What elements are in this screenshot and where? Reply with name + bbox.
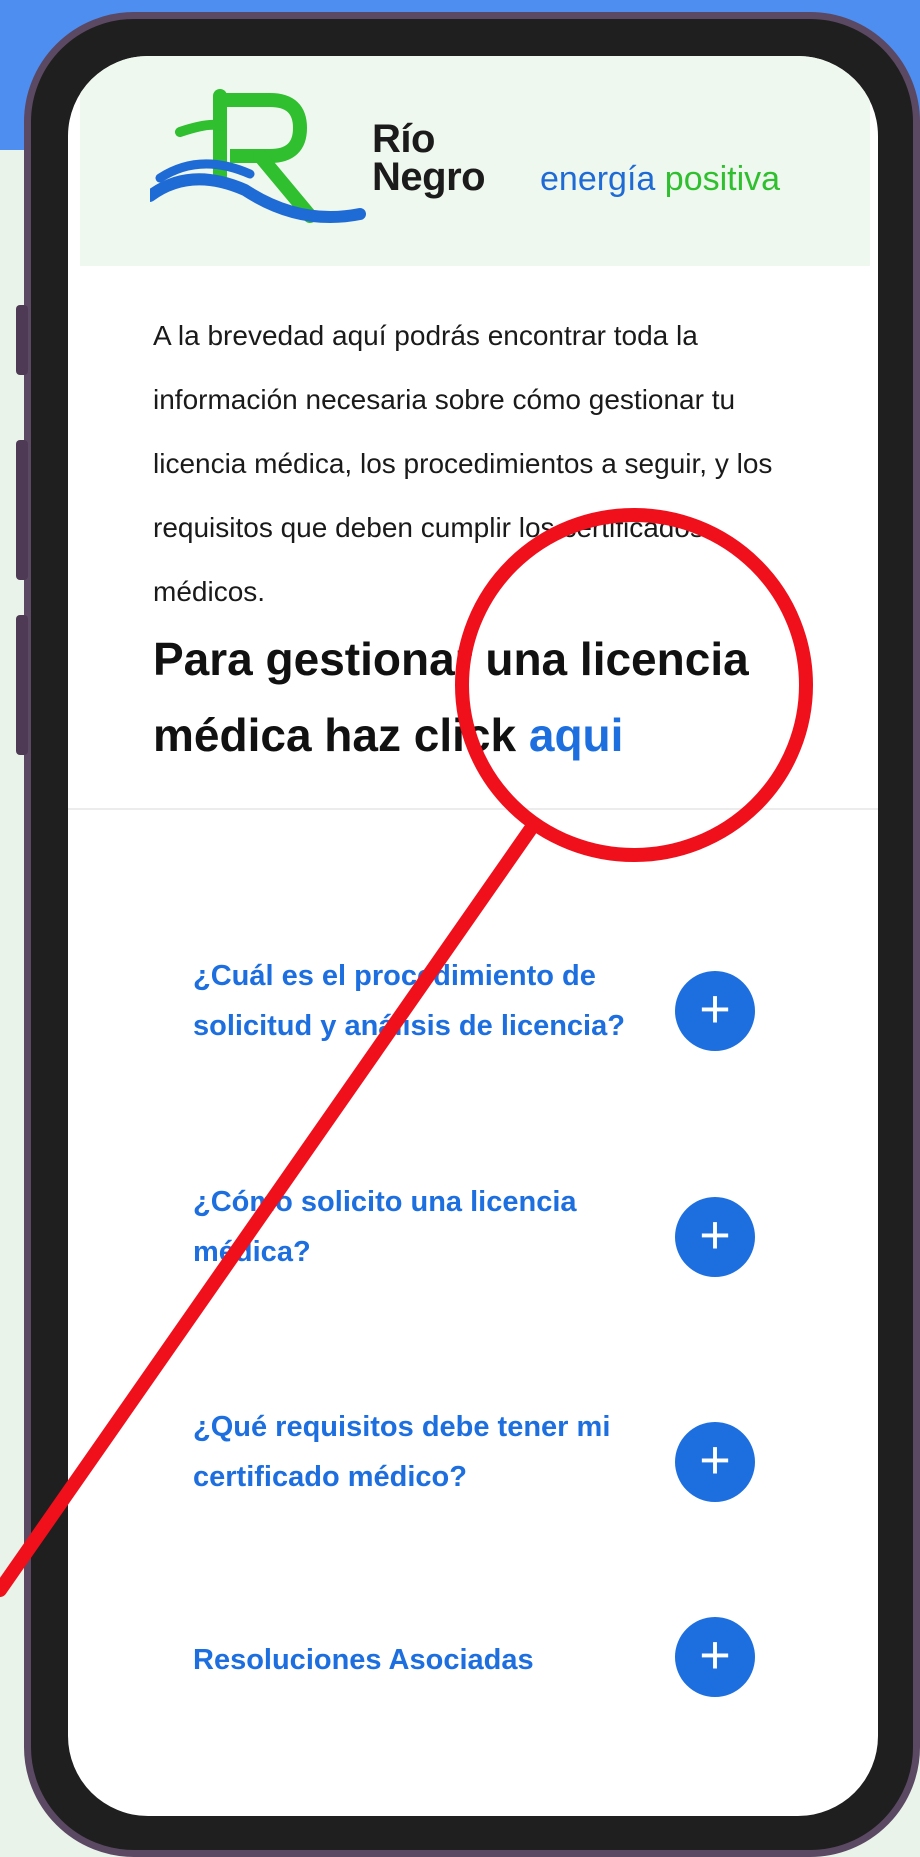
tagline-positiva: positiva — [664, 160, 781, 198]
plus-icon: + — [699, 979, 731, 1039]
brand-name-line2: Negro — [372, 155, 486, 199]
tagline-energia: energía — [540, 160, 656, 198]
brand-name: Río Negro — [372, 117, 486, 199]
faq-item-requisitos[interactable]: ¿Qué requisitos debe tener mi certificad… — [193, 1402, 803, 1522]
expand-plus-button[interactable]: + — [675, 1617, 755, 1697]
expand-plus-button[interactable]: + — [675, 971, 755, 1051]
expand-plus-button[interactable]: + — [675, 1422, 755, 1502]
cta-link-aqui[interactable]: aqui — [529, 709, 624, 761]
faq-question[interactable]: ¿Cómo solicito una licencia médica? — [193, 1177, 663, 1277]
faq-item-solicitud[interactable]: ¿Cómo solicito una licencia médica? + — [193, 1177, 803, 1297]
brand-name-line1: Río — [372, 117, 435, 161]
cta-heading: Para gestionar una licencia médica haz c… — [153, 621, 833, 773]
phone-screen: Río Negro energía positiva A la brevedad… — [68, 56, 878, 1816]
faq-item-procedimiento[interactable]: ¿Cuál es el procedimiento de solicitud y… — [193, 951, 803, 1071]
brand-tagline: energía positiva — [540, 160, 780, 199]
expand-plus-button[interactable]: + — [675, 1197, 755, 1277]
site-header: Río Negro energía positiva — [80, 56, 870, 266]
faq-item-resoluciones[interactable]: Resoluciones Asociadas + — [193, 1617, 803, 1765]
phone-side-button — [16, 615, 28, 755]
rio-negro-logo — [150, 89, 366, 223]
faq-question[interactable]: ¿Qué requisitos debe tener mi certificad… — [193, 1402, 663, 1502]
intro-paragraph: A la brevedad aquí podrás encontrar toda… — [153, 320, 773, 607]
section-divider — [68, 808, 878, 810]
plus-icon: + — [699, 1625, 731, 1685]
cta-text: Para gestionar una licencia médica haz c… — [153, 633, 749, 761]
phone-side-button — [16, 440, 28, 580]
plus-icon: + — [699, 1205, 731, 1265]
faq-question[interactable]: Resoluciones Asociadas — [193, 1635, 663, 1685]
faq-question[interactable]: ¿Cuál es el procedimiento de solicitud y… — [193, 951, 663, 1051]
plus-icon: + — [699, 1430, 731, 1490]
phone-side-button — [16, 305, 28, 375]
